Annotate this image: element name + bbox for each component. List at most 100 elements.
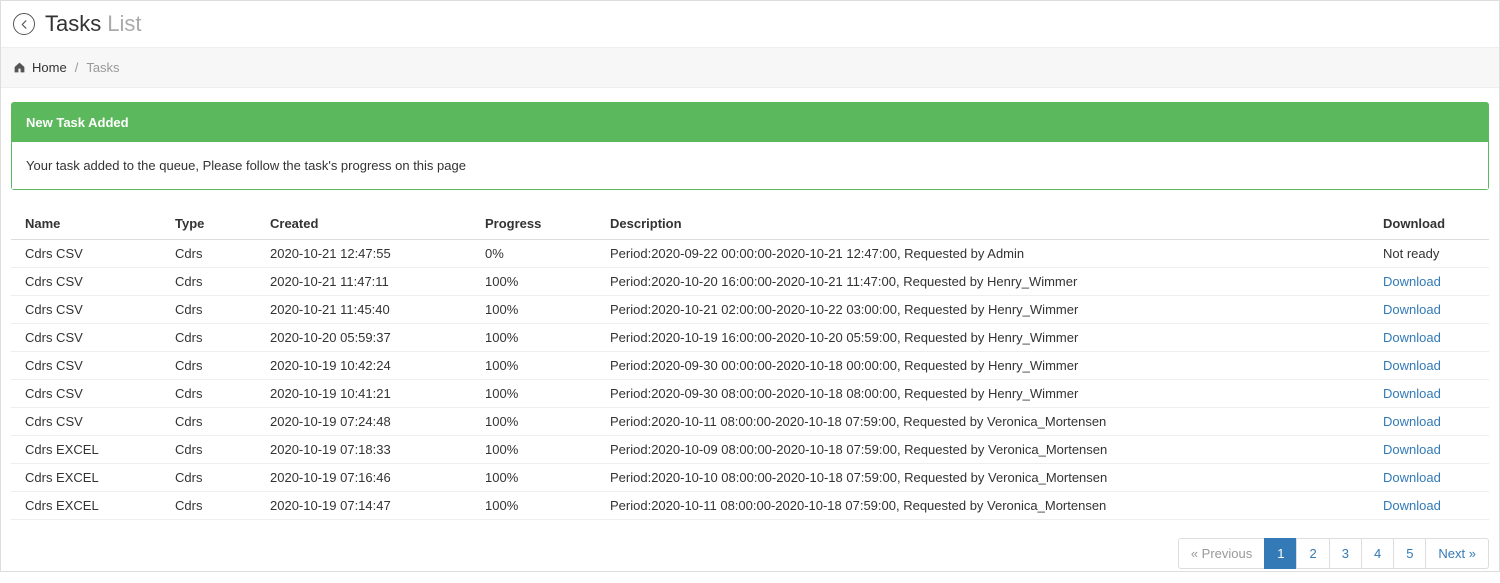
- download-link[interactable]: Download: [1383, 470, 1441, 485]
- cell-type: Cdrs: [161, 324, 256, 352]
- arrow-left-icon: [19, 19, 30, 30]
- page-header: Tasks List: [1, 1, 1499, 48]
- cell-created: 2020-10-21 11:45:40: [256, 296, 471, 324]
- not-ready-label: Not ready: [1383, 246, 1439, 261]
- cell-progress: 100%: [471, 268, 596, 296]
- cell-type: Cdrs: [161, 268, 256, 296]
- cell-created: 2020-10-21 12:47:55: [256, 240, 471, 268]
- breadcrumb-separator: /: [75, 60, 79, 75]
- alert-message: Your task added to the queue, Please fol…: [12, 142, 1488, 189]
- cell-download: Download: [1369, 324, 1489, 352]
- download-link[interactable]: Download: [1383, 386, 1441, 401]
- cell-download: Not ready: [1369, 240, 1489, 268]
- alert-success: New Task Added Your task added to the qu…: [11, 102, 1489, 190]
- cell-created: 2020-10-19 07:18:33: [256, 436, 471, 464]
- cell-created: 2020-10-20 05:59:37: [256, 324, 471, 352]
- cell-type: Cdrs: [161, 296, 256, 324]
- th-name: Name: [11, 208, 161, 240]
- cell-description: Period:2020-09-22 00:00:00-2020-10-21 12…: [596, 240, 1369, 268]
- cell-type: Cdrs: [161, 408, 256, 436]
- breadcrumb-current: Tasks: [86, 60, 119, 75]
- cell-description: Period:2020-10-10 08:00:00-2020-10-18 07…: [596, 464, 1369, 492]
- page-subtitle: List: [107, 11, 141, 37]
- cell-progress: 100%: [471, 324, 596, 352]
- pagination-page[interactable]: 4: [1361, 538, 1394, 569]
- download-link[interactable]: Download: [1383, 442, 1441, 457]
- pagination-page[interactable]: 2: [1296, 538, 1329, 569]
- cell-created: 2020-10-21 11:47:11: [256, 268, 471, 296]
- cell-description: Period:2020-09-30 00:00:00-2020-10-18 00…: [596, 352, 1369, 380]
- download-link[interactable]: Download: [1383, 414, 1441, 429]
- pagination-next[interactable]: Next »: [1425, 538, 1489, 569]
- cell-download: Download: [1369, 268, 1489, 296]
- cell-download: Download: [1369, 380, 1489, 408]
- table-row: Cdrs CSVCdrs2020-10-19 07:24:48100%Perio…: [11, 408, 1489, 436]
- cell-name: Cdrs CSV: [11, 352, 161, 380]
- cell-name: Cdrs EXCEL: [11, 492, 161, 520]
- cell-download: Download: [1369, 436, 1489, 464]
- cell-type: Cdrs: [161, 492, 256, 520]
- download-link[interactable]: Download: [1383, 498, 1441, 513]
- download-link[interactable]: Download: [1383, 358, 1441, 373]
- cell-progress: 0%: [471, 240, 596, 268]
- cell-type: Cdrs: [161, 380, 256, 408]
- tasks-table: Name Type Created Progress Description D…: [11, 208, 1489, 520]
- download-link[interactable]: Download: [1383, 330, 1441, 345]
- cell-name: Cdrs CSV: [11, 268, 161, 296]
- pagination-page[interactable]: 1: [1264, 538, 1297, 569]
- table-row: Cdrs CSVCdrs2020-10-21 11:45:40100%Perio…: [11, 296, 1489, 324]
- cell-progress: 100%: [471, 380, 596, 408]
- cell-type: Cdrs: [161, 464, 256, 492]
- th-type: Type: [161, 208, 256, 240]
- th-download: Download: [1369, 208, 1489, 240]
- cell-download: Download: [1369, 296, 1489, 324]
- th-progress: Progress: [471, 208, 596, 240]
- table-row: Cdrs CSVCdrs2020-10-21 12:47:550%Period:…: [11, 240, 1489, 268]
- cell-description: Period:2020-10-11 08:00:00-2020-10-18 07…: [596, 492, 1369, 520]
- back-button[interactable]: [13, 13, 35, 35]
- cell-description: Period:2020-10-19 16:00:00-2020-10-20 05…: [596, 324, 1369, 352]
- cell-description: Period:2020-10-21 02:00:00-2020-10-22 03…: [596, 296, 1369, 324]
- cell-progress: 100%: [471, 296, 596, 324]
- th-description: Description: [596, 208, 1369, 240]
- cell-description: Period:2020-10-11 08:00:00-2020-10-18 07…: [596, 408, 1369, 436]
- pagination: « Previous 12345 Next »: [11, 538, 1489, 569]
- cell-name: Cdrs CSV: [11, 380, 161, 408]
- cell-download: Download: [1369, 352, 1489, 380]
- page-title: Tasks: [45, 11, 101, 37]
- breadcrumb: Home / Tasks: [1, 48, 1499, 88]
- table-row: Cdrs CSVCdrs2020-10-19 10:42:24100%Perio…: [11, 352, 1489, 380]
- download-link[interactable]: Download: [1383, 274, 1441, 289]
- pagination-prev[interactable]: « Previous: [1178, 538, 1265, 569]
- table-row: Cdrs EXCELCdrs2020-10-19 07:14:47100%Per…: [11, 492, 1489, 520]
- table-row: Cdrs EXCELCdrs2020-10-19 07:16:46100%Per…: [11, 464, 1489, 492]
- cell-download: Download: [1369, 492, 1489, 520]
- pagination-page[interactable]: 5: [1393, 538, 1426, 569]
- cell-created: 2020-10-19 10:42:24: [256, 352, 471, 380]
- th-created: Created: [256, 208, 471, 240]
- table-row: Cdrs EXCELCdrs2020-10-19 07:18:33100%Per…: [11, 436, 1489, 464]
- table-row: Cdrs CSVCdrs2020-10-20 05:59:37100%Perio…: [11, 324, 1489, 352]
- cell-name: Cdrs CSV: [11, 408, 161, 436]
- cell-type: Cdrs: [161, 436, 256, 464]
- pagination-page[interactable]: 3: [1329, 538, 1362, 569]
- breadcrumb-home-link[interactable]: Home: [32, 60, 67, 75]
- cell-name: Cdrs EXCEL: [11, 464, 161, 492]
- cell-name: Cdrs EXCEL: [11, 436, 161, 464]
- cell-description: Period:2020-10-09 08:00:00-2020-10-18 07…: [596, 436, 1369, 464]
- cell-name: Cdrs CSV: [11, 240, 161, 268]
- cell-download: Download: [1369, 408, 1489, 436]
- download-link[interactable]: Download: [1383, 302, 1441, 317]
- cell-progress: 100%: [471, 464, 596, 492]
- cell-name: Cdrs CSV: [11, 324, 161, 352]
- cell-progress: 100%: [471, 408, 596, 436]
- cell-progress: 100%: [471, 492, 596, 520]
- cell-progress: 100%: [471, 436, 596, 464]
- cell-name: Cdrs CSV: [11, 296, 161, 324]
- cell-description: Period:2020-09-30 08:00:00-2020-10-18 08…: [596, 380, 1369, 408]
- cell-type: Cdrs: [161, 352, 256, 380]
- cell-created: 2020-10-19 07:14:47: [256, 492, 471, 520]
- alert-title: New Task Added: [12, 103, 1488, 142]
- cell-created: 2020-10-19 10:41:21: [256, 380, 471, 408]
- cell-type: Cdrs: [161, 240, 256, 268]
